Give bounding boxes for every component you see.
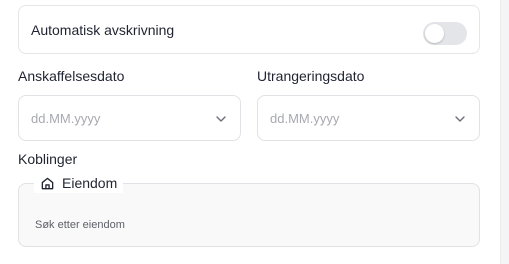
property-legend-text: Eiendom (62, 175, 118, 191)
disposal-date-placeholder: dd.MM.yyyy (270, 111, 340, 126)
acquisition-date-placeholder: dd.MM.yyyy (31, 111, 101, 126)
house-icon (41, 177, 54, 189)
property-search-placeholder[interactable]: Søk etter eiendom (35, 219, 125, 231)
scrollbar[interactable] (500, 0, 509, 264)
auto-depreciation-row: Automatisk avskrivning (18, 5, 480, 54)
links-label: Koblinger (18, 151, 78, 167)
asset-form: Automatisk avskrivning Anskaffelsesdato … (0, 0, 509, 264)
chevron-down-icon (455, 116, 465, 122)
acquisition-date-label: Anskaffelsesdato (18, 68, 125, 84)
auto-depreciation-toggle[interactable] (423, 22, 467, 45)
acquisition-date-picker[interactable]: dd.MM.yyyy (18, 95, 241, 141)
auto-depreciation-label: Automatisk avskrivning (31, 22, 175, 38)
disposal-date-picker[interactable]: dd.MM.yyyy (257, 95, 480, 141)
toggle-knob (425, 24, 444, 43)
property-legend: Eiendom (34, 173, 124, 193)
disposal-date-label: Utrangeringsdato (257, 68, 365, 84)
chevron-down-icon (216, 116, 226, 122)
